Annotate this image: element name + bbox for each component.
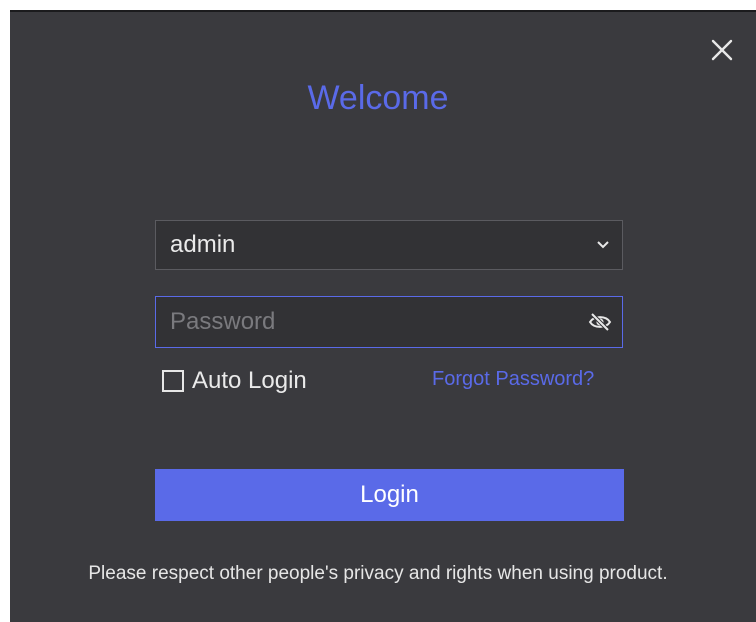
login-button[interactable]: Login [155,469,624,521]
dialog-title: Welcome [307,79,449,117]
chevron-down-icon [597,241,609,249]
auto-login-checkbox[interactable] [162,370,184,392]
username-select[interactable]: admin [155,220,623,270]
password-input[interactable] [156,297,576,347]
auto-login-label: Auto Login [192,367,307,394]
close-icon [711,39,733,61]
close-button[interactable] [708,36,736,64]
auto-login-toggle[interactable]: Auto Login [162,366,307,396]
password-field-wrapper [155,296,623,348]
eye-slash-icon[interactable] [588,310,612,334]
username-value: admin [170,231,236,258]
privacy-notice: Please respect other people's privacy an… [88,563,668,584]
forgot-password-link[interactable]: Forgot Password? [432,366,594,392]
